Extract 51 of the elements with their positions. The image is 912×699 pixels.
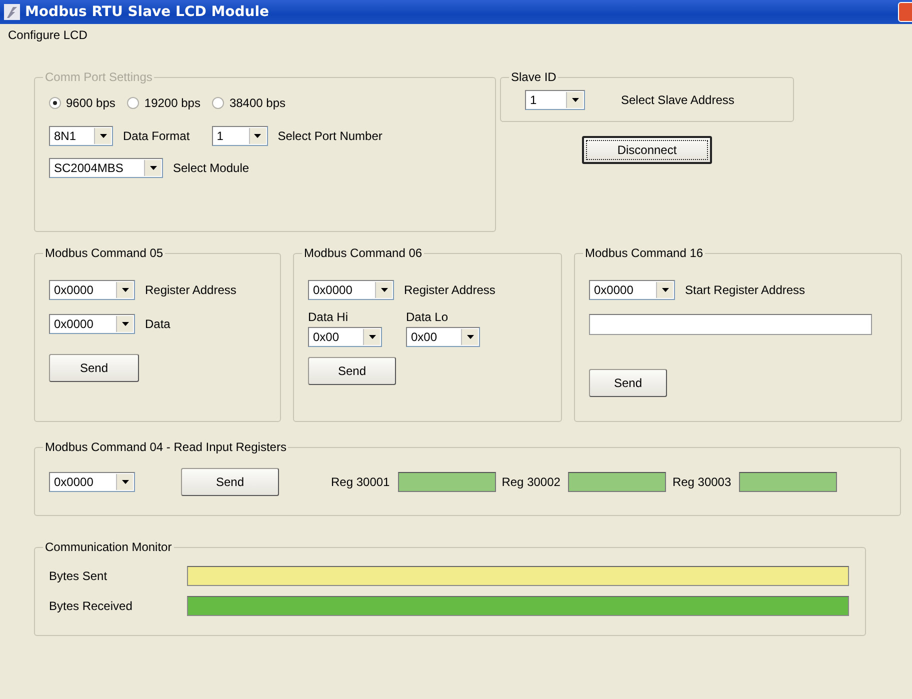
field-label: Reg 30003: [672, 475, 732, 489]
field-label: Start Register Address: [685, 283, 806, 297]
field-label: Bytes Received: [49, 599, 132, 613]
group-title: Communication Monitor: [44, 540, 173, 554]
dropdown[interactable]: 0x0000: [308, 280, 394, 300]
dropdown[interactable]: 0x00: [406, 327, 480, 347]
caret-icon: [461, 329, 478, 345]
caret-icon: [363, 329, 380, 345]
field-label: Data Hi: [308, 310, 350, 324]
caret-icon: [144, 160, 161, 176]
send-button[interactable]: Send: [589, 369, 667, 397]
group-title: Modbus Command 04 - Read Input Registers: [44, 440, 288, 454]
dropdown[interactable]: 0x0000: [49, 472, 135, 492]
group-title: Modbus Command 16: [584, 246, 704, 260]
dropdown[interactable]: 0x00: [308, 327, 382, 347]
field-label: Select Port Number: [278, 129, 382, 143]
field-label: Data: [145, 317, 170, 331]
caret-icon: [375, 282, 392, 298]
caret-icon: [566, 92, 583, 108]
field-label: Bytes Sent: [49, 569, 108, 583]
field-label: Register Address: [145, 283, 236, 297]
field-label: Reg 30002: [502, 475, 560, 489]
group-title: Slave ID: [510, 70, 558, 84]
field-label: Select Slave Address: [621, 93, 734, 107]
app-icon: [4, 4, 20, 20]
input-field[interactable]: [589, 314, 872, 335]
field-label: Data Lo: [406, 310, 450, 324]
dropdown[interactable]: 1: [525, 90, 585, 110]
caret-icon: [248, 128, 266, 144]
group-title: Modbus Command 05: [44, 246, 164, 260]
caret-icon: [116, 282, 133, 298]
send-button[interactable]: Send: [49, 354, 139, 382]
caret-icon: [656, 282, 673, 298]
field-label: Reg 30001: [331, 475, 390, 489]
dropdown[interactable]: 0x0000: [589, 280, 675, 300]
group-title: Comm Port Settings: [44, 70, 154, 84]
caret-icon: [94, 128, 111, 144]
menu-item[interactable]: Configure LCD: [6, 28, 90, 42]
caret-icon: [116, 474, 133, 490]
field-label: Select Module: [173, 161, 250, 175]
disconnect-button[interactable]: Disconnect: [582, 136, 712, 164]
dropdown[interactable]: 0x0000: [49, 314, 135, 334]
send-button[interactable]: Send: [308, 357, 396, 385]
field-label: Register Address: [404, 283, 496, 297]
caret-icon: [116, 316, 133, 332]
field-label: Data Format: [123, 129, 190, 143]
window-title: Modbus RTU Slave LCD Module: [25, 4, 270, 20]
dropdown[interactable]: 0x0000: [49, 280, 135, 300]
send-button[interactable]: Send: [181, 468, 279, 496]
group-title: Modbus Command 06: [303, 246, 424, 260]
close-button[interactable]: [898, 2, 912, 22]
